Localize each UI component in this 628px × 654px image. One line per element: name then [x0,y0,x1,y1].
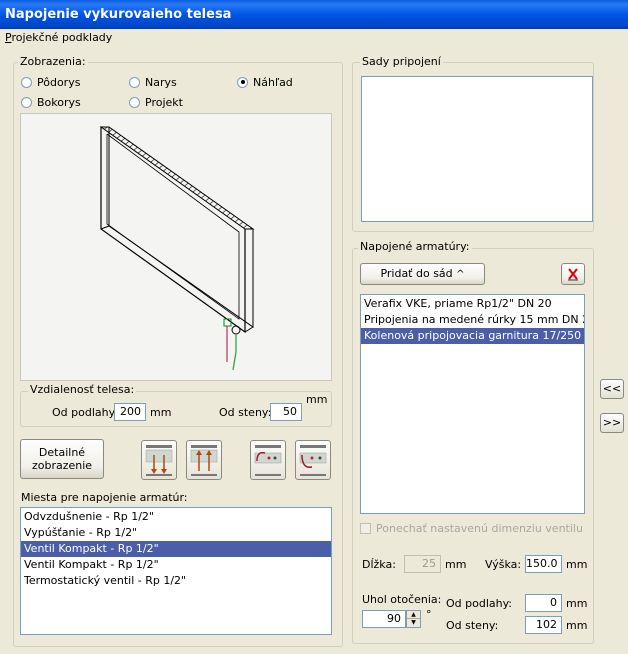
view-group-legend: Zobrazenia: [18,55,88,68]
distance-group-legend: Vzdialenosť telesa: [28,383,137,396]
rotation-unit: ° [426,608,432,621]
connection-points-list[interactable]: Odvzdušnenie - Rp 1/2" Vypúšťanie - Rp 1… [20,507,332,635]
list-item[interactable]: Verafix VKE, priame Rp1/2" DN 20 [361,296,584,312]
radio-projekt-circle [129,96,140,108]
fitting-floor-input[interactable]: 0 [525,594,562,612]
menu-bar: Projekčné podklady [0,29,628,47]
connection-side-top-button[interactable] [250,440,286,480]
delete-x-icon [568,268,578,281]
fitting-wall-input[interactable]: 102 [525,616,562,634]
menu-item-project-docs[interactable]: Projekčné podklady [5,31,112,44]
pipes-down-icon [145,445,173,476]
from-floor-label: Od podlahy: [52,406,119,419]
connection-side-bottom-button[interactable] [295,440,331,480]
keep-dimension-checkbox[interactable]: Ponechať nastavenú dimenziu ventilu [360,522,583,535]
length-input[interactable]: 25 [404,555,441,573]
height-input[interactable]: 150.0 [525,555,562,573]
fittings-group-legend: Napojené armatúry: [358,240,472,253]
radio-nahlad[interactable]: Náhľad [237,75,293,89]
detail-view-button[interactable]: Detailné zobrazenie [20,439,104,479]
list-item[interactable]: Kolenová pripojovacia garnitura 17/250 1… [361,328,584,344]
list-item[interactable]: Ventil Kompakt - Rp 1/2" [21,557,331,573]
move-right-button[interactable]: >> [600,413,624,433]
from-floor-unit: mm [150,406,172,419]
list-item[interactable]: Pripojenia na medené rúrky 15 mm DN 20 [361,312,584,328]
sets-group-legend: Sady pripojení [360,55,443,68]
rotation-spinner[interactable]: ▲ ▼ [406,610,421,628]
height-unit: mm [566,558,588,571]
fitting-floor-unit: mm [566,597,588,610]
radio-podorys[interactable]: Pôdorys [21,75,80,89]
chevron-up-icon: ^ [456,269,465,280]
list-item[interactable]: Termostatický ventil - Rp 1/2" [21,573,331,589]
list-item[interactable]: Odvzdušnenie - Rp 1/2" [21,509,331,525]
add-to-sets-button[interactable]: Pridať do sád ^ [360,263,485,285]
move-left-button[interactable]: << [600,379,624,399]
radiator-3d-drawing [99,126,255,371]
radiator-preview [20,113,332,381]
length-label: Dĺžka: [362,558,396,571]
radio-podorys-circle [21,76,32,88]
radio-narys[interactable]: Narys [129,75,177,89]
list-item[interactable]: Vypúšťanie - Rp 1/2" [21,525,331,541]
length-unit: mm [445,558,467,571]
window-title: Napojenie vykurovaieho telesa [0,0,628,29]
from-wall-input[interactable]: 50 [270,403,302,421]
rotation-input[interactable]: 90 [362,610,406,628]
pipe-side-top-icon [254,445,282,476]
from-wall-label: Od steny: [219,406,272,419]
checkbox-box [360,523,371,534]
fitting-wall-unit: mm [566,619,588,632]
pipe-side-bottom-icon [299,445,327,476]
pipes-up-icon [190,445,218,476]
rotation-label: Uhol otočenia: [362,593,442,606]
connection-points-label: Miesta pre napojenie armatúr: [21,491,188,504]
distance-wall-unit-top: mm [306,393,328,406]
radio-narys-circle [129,76,140,88]
fitting-wall-label: Od steny: [446,619,499,632]
from-floor-input[interactable]: 200 [114,403,146,421]
list-item[interactable]: Ventil Kompakt - Rp 1/2" [21,541,331,557]
radio-bokorys[interactable]: Bokorys [21,95,81,109]
connection-bottom-up-button[interactable] [186,440,222,480]
spinner-down-icon[interactable]: ▼ [407,619,420,627]
radio-bokorys-circle [21,96,32,108]
fitting-floor-label: Od podlahy: [446,597,513,610]
spinner-up-icon[interactable]: ▲ [407,611,420,619]
height-label: Výška: [485,558,522,571]
sets-list[interactable] [361,76,593,222]
fittings-list[interactable]: Verafix VKE, priame Rp1/2" DN 20 Pripoje… [360,294,585,514]
connection-bottom-down-button[interactable] [141,440,177,480]
radio-projekt[interactable]: Projekt [129,95,183,109]
radio-nahlad-circle [237,76,248,88]
delete-fitting-button[interactable] [561,263,585,285]
